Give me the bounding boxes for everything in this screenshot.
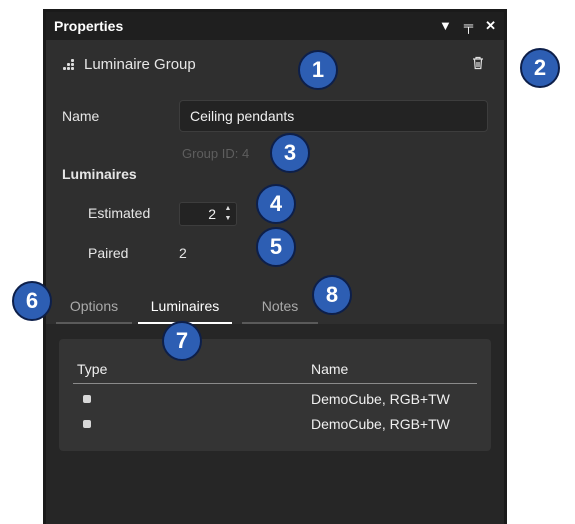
dropdown-triangle-icon[interactable]: ▼ <box>439 15 452 37</box>
panel-title: Properties <box>54 18 124 34</box>
callout-badge: 5 <box>256 227 296 267</box>
paired-label: Paired <box>88 245 129 261</box>
tab-luminaires[interactable]: Luminaires <box>138 290 232 324</box>
callout-badge: 3 <box>270 133 310 173</box>
name-label: Name <box>62 108 100 124</box>
row-name: DemoCube, RGB+TW <box>311 416 450 432</box>
tab-bar: Options Luminaires Notes <box>46 290 504 324</box>
tab-options[interactable]: Options <box>56 290 132 324</box>
stepper-down-icon[interactable]: ▼ <box>224 214 232 224</box>
column-header-name[interactable]: Name <box>311 361 348 377</box>
pin-icon[interactable]: ╤ <box>464 15 473 37</box>
group-id-text: Group ID: 4 <box>182 146 250 161</box>
cube-icon <box>83 395 91 403</box>
stepper-up-icon[interactable]: ▲ <box>224 204 232 214</box>
luminaires-table: Type Name DemoCube, RGB+TW DemoCube, RGB… <box>59 339 491 451</box>
tab-notes[interactable]: Notes <box>242 290 318 324</box>
luminaire-group-icon <box>62 58 76 72</box>
name-input[interactable] <box>179 100 488 132</box>
callout-badge: 6 <box>12 281 52 321</box>
callout-badge: 2 <box>520 48 560 88</box>
row-name: DemoCube, RGB+TW <box>311 391 450 407</box>
estimated-value[interactable]: 2 <box>208 206 216 222</box>
trash-icon[interactable] <box>472 56 484 70</box>
tab-content: Type Name DemoCube, RGB+TW DemoCube, RGB… <box>46 324 504 524</box>
callout-badge: 4 <box>256 184 296 224</box>
paired-value: 2 <box>179 245 187 261</box>
column-header-type[interactable]: Type <box>77 361 107 377</box>
cube-icon <box>83 420 91 428</box>
estimated-label: Estimated <box>88 205 151 221</box>
panel-titlebar: Properties ▼ ╤ ✕ <box>46 12 504 40</box>
group-title: Luminaire Group <box>84 56 196 73</box>
callout-badge: 8 <box>312 275 352 315</box>
luminaires-section-title: Luminaires <box>62 166 137 182</box>
close-icon[interactable]: ✕ <box>485 15 496 37</box>
header-divider <box>73 383 477 384</box>
callout-badge: 1 <box>298 50 338 90</box>
group-header: Luminaire Group <box>62 56 196 73</box>
estimated-stepper[interactable]: 2 ▲ ▼ <box>179 202 237 226</box>
callout-badge: 7 <box>162 321 202 361</box>
